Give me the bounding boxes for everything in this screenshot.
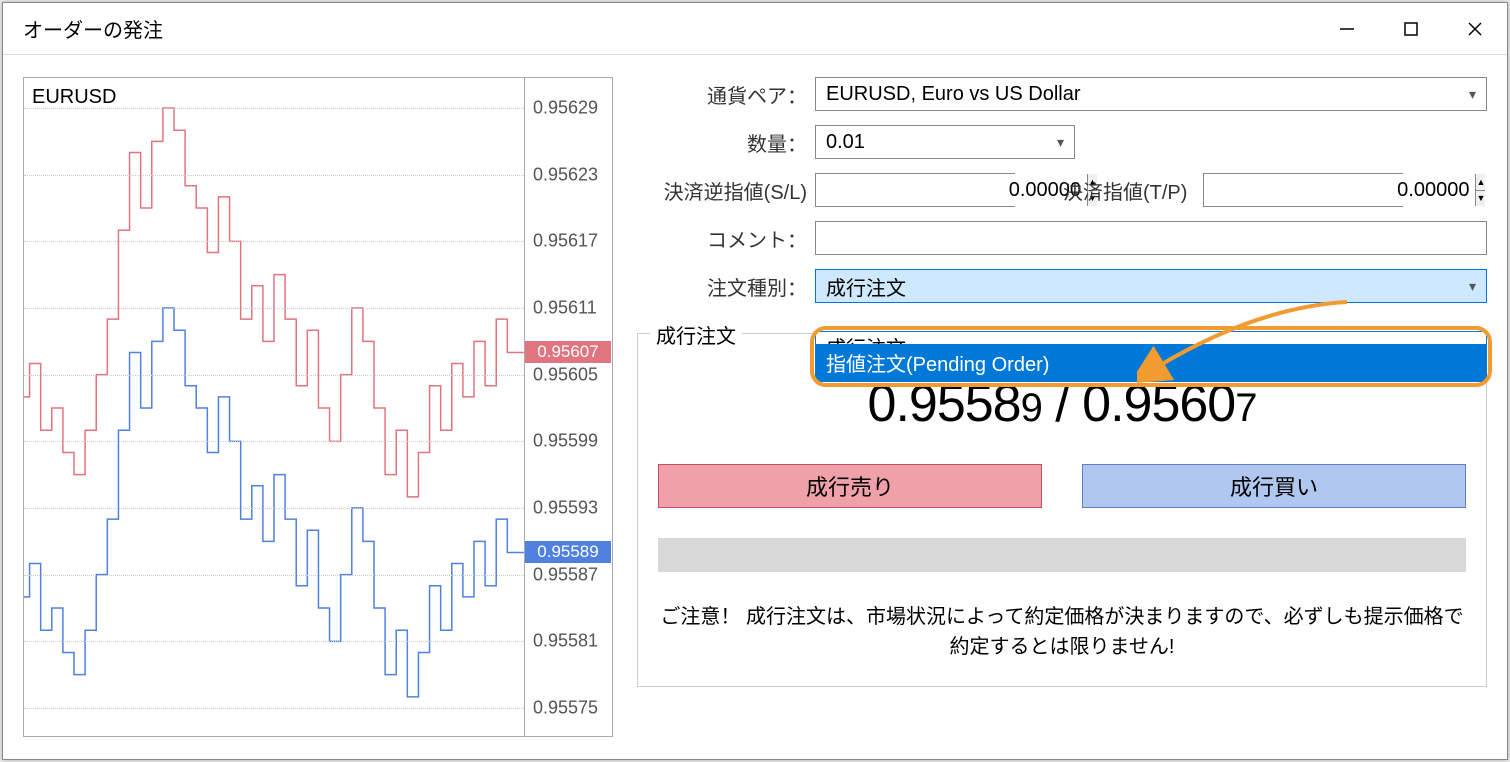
y-axis-label: 0.95617 <box>533 231 598 252</box>
gridline <box>24 241 524 242</box>
dropdown-item-pending[interactable]: 指値注文(Pending Order) <box>816 344 1486 381</box>
gridline <box>24 175 524 176</box>
chevron-down-icon: ▾ <box>1469 278 1476 295</box>
chart-panel: EURUSD 0.956290.956230.956170.956110.956… <box>23 77 613 737</box>
gridline <box>24 375 524 376</box>
order-type-label: 注文種別： <box>637 272 807 301</box>
tp-label: 決済指値(T/P) <box>1063 176 1187 205</box>
comment-label: コメント： <box>637 224 807 253</box>
minimize-button[interactable] <box>1315 3 1379 55</box>
ask-price-minor: 7 <box>1235 386 1256 430</box>
symbol-row: 通貨ペア： EURUSD, Euro vs US Dollar ▾ <box>637 77 1487 111</box>
volume-select[interactable]: 0.01 ▾ <box>815 125 1075 159</box>
y-axis-label: 0.95581 <box>533 631 598 652</box>
y-axis-label: 0.95623 <box>533 164 598 185</box>
bid-price-major: 0.9558 <box>868 375 1021 433</box>
sl-input[interactable]: ▲ ▼ <box>815 173 1015 207</box>
comment-row: コメント： <box>637 221 1487 255</box>
y-axis-label: 0.95593 <box>533 498 598 519</box>
market-buttons-row: 成行売り 成行買い <box>658 464 1466 508</box>
order-type-row: 注文種別： 成行注文 ▾ <box>637 269 1487 303</box>
gridline <box>24 575 524 576</box>
maximize-button[interactable] <box>1379 3 1443 55</box>
tp-input[interactable]: ▲ ▼ <box>1203 173 1403 207</box>
status-bar <box>658 538 1466 572</box>
dropdown-item-market[interactable]: 成行注文 <box>816 332 1486 344</box>
y-axis-label: 0.95611 <box>533 298 597 319</box>
market-execution-group: 成行注文 0.95589 / 0.95607 成行売り 成行買い ご注意！ 成行… <box>637 333 1487 687</box>
bid-line <box>24 308 524 697</box>
bid-price-minor: 9 <box>1021 386 1042 430</box>
symbol-select[interactable]: EURUSD, Euro vs US Dollar ▾ <box>815 77 1487 111</box>
gridline <box>24 508 524 509</box>
volume-row: 数量： 0.01 ▾ <box>637 125 1487 159</box>
content-area: EURUSD 0.956290.956230.956170.956110.956… <box>3 55 1507 759</box>
sell-button[interactable]: 成行売り <box>658 464 1042 508</box>
bid-price-marker: 0.95589 <box>525 541 611 563</box>
chevron-down-icon: ▾ <box>1469 86 1476 103</box>
gridline <box>24 308 524 309</box>
order-window: オーダーの発注 EURUSD 0.956290.956230.956170.95… <box>2 2 1508 760</box>
y-axis-label: 0.95629 <box>533 98 598 119</box>
price-display: 0.95589 / 0.95607 <box>658 374 1466 434</box>
comment-input[interactable] <box>815 221 1487 255</box>
symbol-label: 通貨ペア： <box>637 80 807 109</box>
order-form-panel: 通貨ペア： EURUSD, Euro vs US Dollar ▾ 数量： 0.… <box>637 77 1487 737</box>
order-type-select[interactable]: 成行注文 ▾ <box>815 269 1487 303</box>
chart-symbol-label: EURUSD <box>32 86 116 109</box>
sl-input-field[interactable] <box>816 174 1087 206</box>
buy-button[interactable]: 成行買い <box>1082 464 1466 508</box>
window-title: オーダーの発注 <box>23 14 163 43</box>
chart-y-axis: 0.95629 0.95623 0.95617 0.95611 0.95605 0.955… <box>524 78 612 736</box>
chevron-down-icon: ▾ <box>1057 134 1064 151</box>
tp-spinner-up[interactable]: ▲ <box>1476 174 1485 191</box>
sl-label: 決済逆指値(S/L) <box>637 176 807 205</box>
volume-value: 0.01 <box>826 131 865 154</box>
y-axis-label: 0.95587 <box>533 564 598 585</box>
y-axis-label: 0.95575 <box>533 698 598 719</box>
gridline <box>24 708 524 709</box>
close-button[interactable] <box>1443 3 1507 55</box>
y-axis-label: 0.95605 <box>533 364 598 385</box>
market-group-label: 成行注文 <box>650 320 742 349</box>
titlebar-controls <box>1315 3 1507 55</box>
tp-spinner-buttons: ▲ ▼ <box>1475 174 1485 206</box>
tp-input-field[interactable] <box>1204 174 1475 206</box>
sl-tp-row: 決済逆指値(S/L) ▲ ▼ 決済指値(T/P) ▲ ▼ <box>637 173 1487 207</box>
order-type-value: 成行注文 <box>826 272 906 301</box>
tp-spinner-down[interactable]: ▼ <box>1476 191 1485 207</box>
warning-text: ご注意！ 成行注文は、市場状況によって約定価格が決まりますので、必ずしも提示価格… <box>658 602 1466 662</box>
symbol-select-value: EURUSD, Euro vs US Dollar <box>826 83 1081 106</box>
y-axis-label: 0.95599 <box>533 431 598 452</box>
order-type-dropdown: 成行注文 指値注文(Pending Order) <box>815 331 1487 382</box>
ask-price-major: 0.9560 <box>1082 375 1235 433</box>
ask-line <box>24 108 524 497</box>
price-chart <box>24 78 524 738</box>
ask-price-marker: 0.95607 <box>525 341 611 363</box>
titlebar: オーダーの発注 <box>3 3 1507 55</box>
volume-label: 数量： <box>637 128 807 157</box>
gridline <box>24 441 524 442</box>
gridline <box>24 641 524 642</box>
price-separator: / <box>1042 375 1082 433</box>
